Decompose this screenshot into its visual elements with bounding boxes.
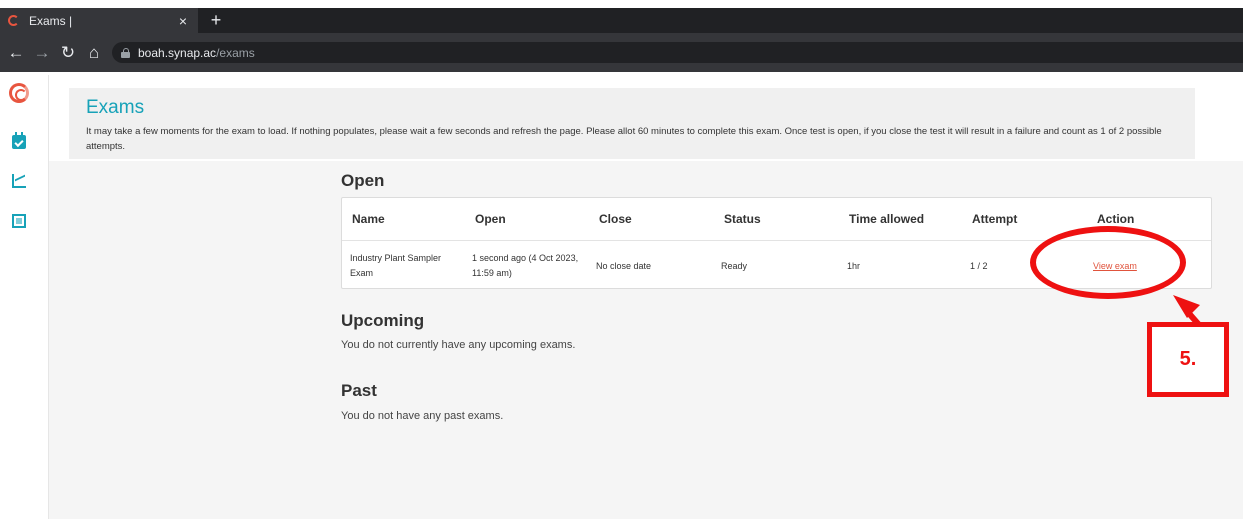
- app-sidebar: [0, 75, 49, 519]
- column-header-close: Close: [599, 212, 632, 226]
- column-header-attempt: Attempt: [972, 212, 1018, 226]
- main-content: Exams It may take a few moments for the …: [49, 75, 1243, 519]
- exam-close-date: No close date: [596, 261, 652, 271]
- exam-name-line2: Exam: [350, 268, 374, 278]
- tab-title: Exams |: [29, 13, 73, 28]
- past-empty-text: You do not have any past exams.: [341, 410, 504, 422]
- reload-icon[interactable]: ↻: [58, 43, 78, 63]
- exam-name-line1: Industry Plant Sampler: [350, 253, 442, 263]
- exam-attempt: 1 / 2: [970, 261, 988, 271]
- browser-tabstrip: Exams | × +: [0, 0, 1243, 33]
- open-section-title: Open: [341, 171, 385, 190]
- back-icon[interactable]: ←: [6, 43, 26, 63]
- exam-open-line1: 1 second ago (4 Oct 2023,: [472, 253, 579, 263]
- url-path: /exams: [216, 45, 255, 60]
- lock-icon[interactable]: [121, 47, 130, 58]
- sidebar-item-exams-calendar-icon[interactable]: [12, 132, 26, 149]
- browser-toolbar: ← → ↻ ⌂ boah.synap.ac /exams: [0, 33, 1243, 72]
- synap-favicon-icon: [8, 15, 19, 26]
- exam-status: Ready: [721, 261, 748, 271]
- annotation-step-label: 5.: [1147, 322, 1229, 397]
- page-title: Exams: [86, 97, 145, 118]
- url-host: boah.synap.ac: [138, 45, 217, 60]
- column-header-status: Status: [724, 212, 761, 226]
- sidebar-item-frame-icon[interactable]: [12, 214, 26, 228]
- new-tab-button[interactable]: +: [206, 8, 226, 33]
- upcoming-section-title: Upcoming: [341, 311, 425, 330]
- exam-name: Industry Plant Sampler Exam: [350, 251, 441, 281]
- url-bar[interactable]: boah.synap.ac /exams: [112, 42, 1243, 63]
- column-header-open: Open: [475, 212, 506, 226]
- home-icon[interactable]: ⌂: [84, 43, 104, 63]
- column-header-action: Action: [1097, 212, 1135, 226]
- synap-logo-icon[interactable]: [9, 83, 29, 103]
- exam-open-line2: 11:59 am): [472, 268, 512, 278]
- column-header-name: Name: [352, 212, 385, 226]
- tab-close-icon[interactable]: ×: [176, 13, 190, 29]
- exam-time-allowed: 1hr: [847, 261, 861, 271]
- sidebar-item-analytics-chart-icon[interactable]: [12, 174, 26, 188]
- exam-open-date: 1 second ago (4 Oct 2023, 11:59 am): [472, 251, 578, 281]
- browser-tab[interactable]: Exams | ×: [0, 8, 198, 33]
- browser-tabbar: Exams | × +: [0, 8, 1243, 33]
- past-section-title: Past: [341, 381, 377, 400]
- forward-icon[interactable]: →: [32, 43, 52, 63]
- page-description: It may take a few moments for the exam t…: [86, 126, 1162, 152]
- column-header-time-allowed: Time allowed: [849, 212, 925, 226]
- annotation-circle: [1030, 226, 1186, 299]
- upcoming-empty-text: You do not currently have any upcoming e…: [341, 339, 576, 351]
